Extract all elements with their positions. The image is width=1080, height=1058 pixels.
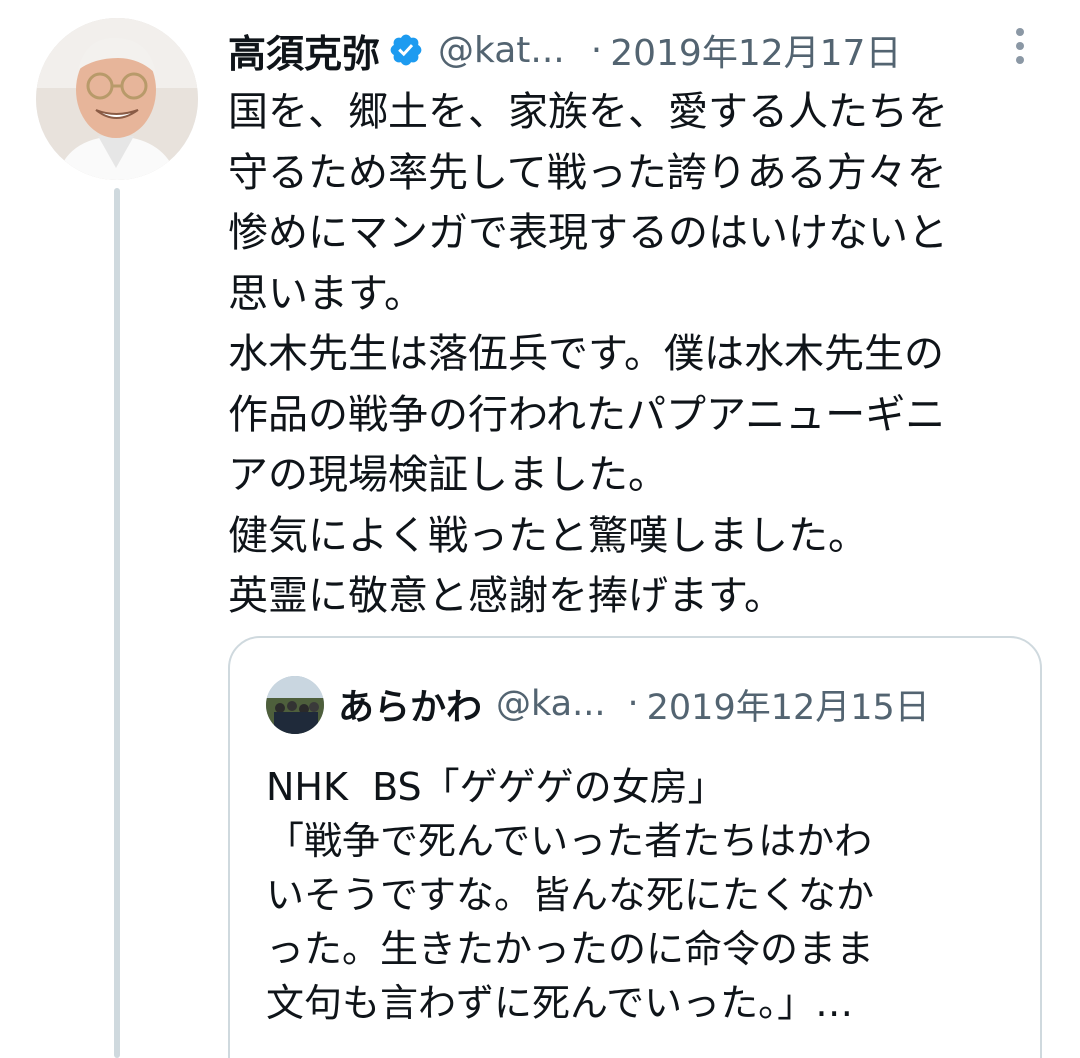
quoted-tweet-date[interactable]: 2019年12月15日 — [647, 679, 930, 730]
author-handle[interactable]: @kat... — [438, 30, 565, 71]
quoted-tweet-text: NHK BS「ゲゲゲの女房」 「戦争で死んでいった者たちはかわ いそうですな。皆… — [266, 765, 875, 1025]
quoted-author-name[interactable]: あらかわ — [338, 678, 482, 730]
quoted-author-avatar[interactable] — [266, 676, 324, 734]
author-avatar[interactable] — [36, 18, 198, 180]
tweet-text: 国を、郷土を、家族を、愛する人たちを 守るため率先して戦った誇りある方々を 惨め… — [228, 89, 948, 619]
tweet-card[interactable]: 高須克弥 @kat... · 2019年12月17日 国を、郷土を、家族を、愛す… — [0, 0, 1080, 1058]
quoted-avatar-image — [266, 676, 324, 734]
quoted-header-separator: · — [627, 684, 639, 724]
verified-badge-icon — [388, 32, 424, 68]
header-separator: · — [590, 29, 603, 71]
thread-line — [114, 188, 120, 1058]
more-vertical-icon[interactable] — [1008, 24, 1032, 68]
tweet-date[interactable]: 2019年12月17日 — [610, 24, 901, 76]
quoted-tweet-header: あらかわ @ka... · 2019年12月15日 — [338, 674, 930, 734]
author-avatar-image — [36, 18, 198, 180]
quoted-tweet[interactable]: あらかわ @ka... · 2019年12月15日 NHK BS「ゲゲゲの女房」… — [228, 636, 1042, 1058]
tweet-header: 高須克弥 @kat... · 2019年12月17日 — [228, 22, 1028, 78]
author-name[interactable]: 高須克弥 — [228, 23, 380, 78]
quoted-author-handle[interactable]: @ka... — [496, 684, 605, 724]
